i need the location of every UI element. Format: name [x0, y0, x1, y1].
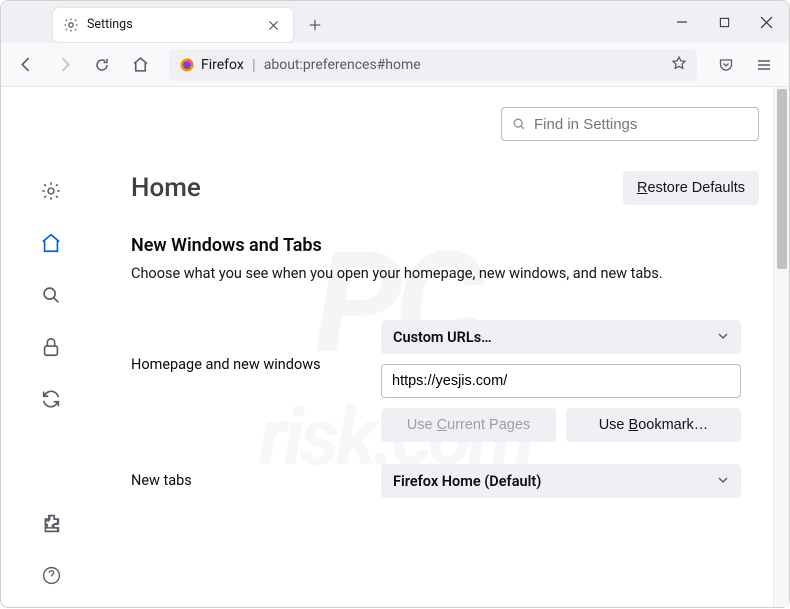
sidebar-item-privacy[interactable]	[37, 333, 65, 361]
restore-defaults-button[interactable]: Restore Defaults	[623, 171, 759, 205]
content-area: Home Restore Defaults New Windows and Ta…	[1, 87, 789, 609]
section-heading: New Windows and Tabs	[131, 235, 759, 256]
browser-tab[interactable]: Settings	[53, 8, 293, 42]
back-button[interactable]	[11, 50, 41, 80]
url-bar[interactable]: Firefox | about:preferences#home	[169, 49, 697, 81]
sidebar-item-search[interactable]	[37, 281, 65, 309]
search-input[interactable]	[501, 107, 759, 141]
toolbar: Firefox | about:preferences#home	[1, 43, 789, 87]
sidebar-item-home[interactable]	[37, 229, 65, 257]
main-panel: Home Restore Defaults New Windows and Ta…	[101, 87, 789, 609]
homepage-select[interactable]: Custom URLs…	[381, 320, 741, 354]
identity-box[interactable]: Firefox	[179, 57, 244, 73]
urlbar-path: about:preferences#home	[264, 57, 421, 73]
chevron-down-icon	[717, 473, 729, 490]
close-icon[interactable]	[267, 17, 283, 33]
newtabs-label: New tabs	[131, 464, 351, 489]
sidebar	[1, 87, 101, 609]
sidebar-item-extensions[interactable]	[37, 509, 65, 537]
bookmark-star-icon[interactable]	[671, 55, 687, 75]
new-tab-button[interactable]	[301, 11, 329, 39]
chevron-down-icon	[717, 329, 729, 346]
homepage-label: Homepage and new windows	[131, 320, 351, 373]
page-title: Home	[131, 173, 201, 203]
homepage-url-input[interactable]	[381, 364, 741, 398]
use-bookmark-button[interactable]: Use Bookmark…	[566, 408, 741, 442]
reload-button[interactable]	[87, 50, 117, 80]
section-description: Choose what you see when you open your h…	[131, 264, 759, 284]
window-controls	[671, 1, 777, 43]
use-current-pages-button[interactable]: Use Current Pages	[381, 408, 556, 442]
newtabs-select[interactable]: Firefox Home (Default)	[381, 464, 741, 498]
gear-icon	[63, 17, 79, 33]
window-close-button[interactable]	[755, 11, 777, 33]
pocket-button[interactable]	[711, 50, 741, 80]
identity-label: Firefox	[201, 57, 244, 73]
sidebar-item-help[interactable]	[37, 561, 65, 589]
tab-label: Settings	[87, 17, 259, 32]
minimize-button[interactable]	[671, 11, 693, 33]
urlbar-separator: |	[252, 55, 256, 74]
forward-button[interactable]	[49, 50, 79, 80]
sidebar-item-sync[interactable]	[37, 385, 65, 413]
search-field[interactable]	[532, 115, 748, 134]
newtabs-select-value: Firefox Home (Default)	[393, 473, 541, 490]
home-button[interactable]	[125, 50, 155, 80]
titlebar: Settings	[1, 1, 789, 43]
firefox-icon	[179, 57, 195, 73]
search-icon	[512, 117, 526, 131]
app-menu-button[interactable]	[749, 50, 779, 80]
sidebar-item-general[interactable]	[37, 177, 65, 205]
homepage-select-value: Custom URLs…	[393, 329, 492, 346]
maximize-button[interactable]	[713, 11, 735, 33]
